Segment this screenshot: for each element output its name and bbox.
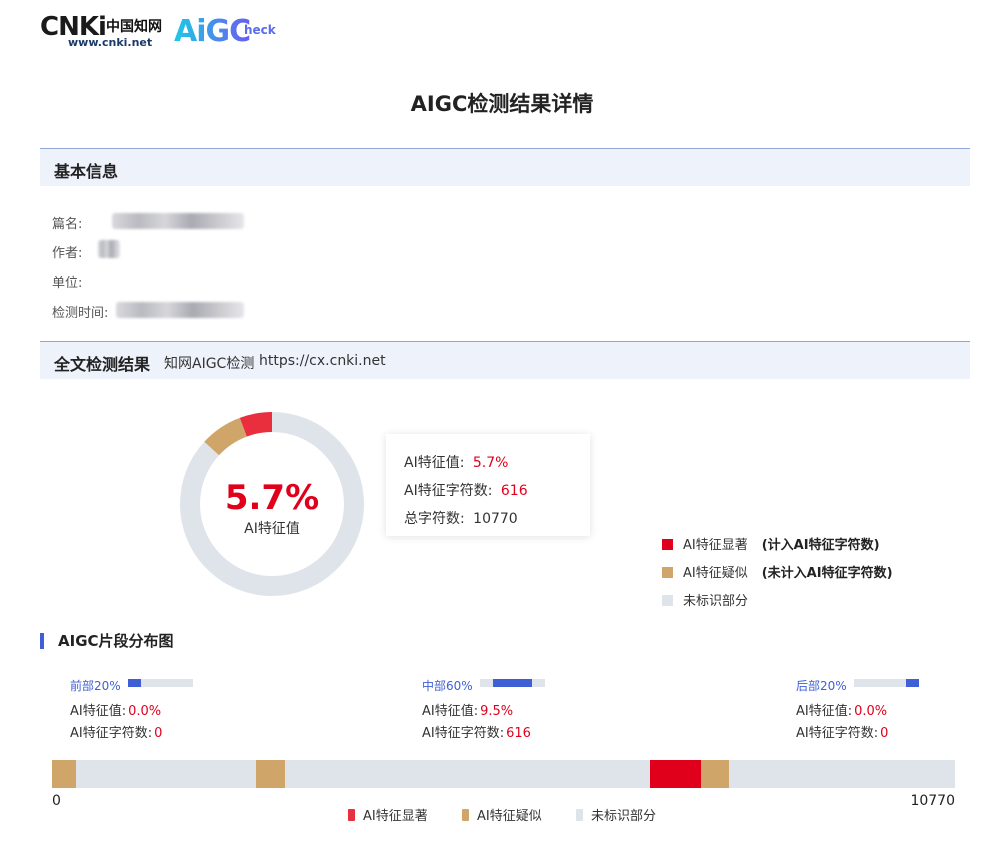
bottom-legend-unmarked: 未标识部分	[576, 805, 656, 824]
segment-suspect[interactable]	[52, 760, 77, 788]
part-middle-ai-value-number: 9.5%	[480, 704, 514, 719]
source-url[interactable]: https://cx.cnki.net	[259, 353, 386, 369]
redacted-title	[112, 213, 244, 229]
stat-ai-chars-label: AI特征字符数:	[404, 483, 493, 499]
part-middle-ai-chars-number: 616	[506, 726, 531, 741]
bottom-legend-significant: AI特征显著	[348, 805, 428, 824]
part-back-ai-value: AI特征值: 0.0%	[796, 700, 887, 719]
redacted-check-time	[116, 302, 244, 318]
legend-suspect-swatch	[662, 567, 673, 578]
cnki-logo-cn: 中国知网	[106, 19, 162, 35]
stat-total-chars-label: 总字符数:	[404, 511, 465, 527]
basic-info-header: 基本信息	[40, 148, 970, 186]
info-label-unit: 单位:	[52, 276, 83, 291]
legend-unmarked-label: 未标识部分	[683, 594, 749, 609]
aigc-logo-suffix: heck	[244, 23, 276, 37]
legend-suspect-note: (未计入AI特征字符数)	[761, 566, 893, 581]
part-back-bar-fill	[906, 679, 919, 687]
stat-total-chars-number: 10770	[473, 511, 518, 527]
info-label-author: 作者:	[52, 246, 83, 261]
part-front-ai-chars: AI特征字符数: 0	[70, 722, 162, 741]
source-label: 知网AIGC检测	[164, 356, 255, 372]
part-front-ai-chars-number: 0	[154, 726, 163, 741]
aigc-logo-text: AiGC	[174, 14, 251, 49]
info-label-title: 篇名:	[52, 217, 83, 232]
cnki-logo-url: www.cnki.net	[68, 36, 153, 49]
redacted-author	[98, 240, 120, 258]
part-back-ai-chars-label: AI特征字符数:	[796, 726, 879, 741]
page-title: AIGC检测结果详情	[410, 92, 594, 116]
axis-end-label: 10770	[910, 793, 955, 809]
info-row-author: 作者:	[52, 242, 82, 261]
segment-suspect[interactable]	[256, 760, 286, 788]
legend-significant-label: AI特征显著	[683, 538, 748, 553]
basic-info-title: 基本信息	[54, 162, 119, 181]
part-back-ai-chars: AI特征字符数: 0	[796, 722, 888, 741]
bottom-legend-significant-label: AI特征显著	[363, 809, 428, 824]
legend-suspect: AI特征疑似 (未计入AI特征字符数)	[662, 562, 893, 581]
part-front-name: 前部20%	[70, 679, 121, 693]
part-front-ai-value-number: 0.0%	[128, 704, 162, 719]
full-result-header: 全文检测结果 知网AIGC检测 https://cx.cnki.net	[40, 341, 970, 379]
legend-suspect-label: AI特征疑似	[683, 566, 748, 581]
info-row-check-time: 检测时间:	[52, 302, 108, 321]
stat-ai-value: AI特征值: 5.7%	[404, 452, 508, 472]
part-front-ai-value: AI特征值: 0.0%	[70, 700, 161, 719]
stat-total-chars: 总字符数: 10770	[404, 508, 518, 528]
part-back-name: 后部20%	[796, 679, 847, 693]
legend-significant-swatch	[662, 539, 673, 550]
part-front-ai-chars-label: AI特征字符数:	[70, 726, 153, 741]
bottom-legend-unmarked-swatch	[576, 808, 583, 821]
part-front-bar-fill	[128, 679, 141, 687]
donut-center-value: 5.7%	[224, 478, 320, 518]
segment-distribution-bar	[52, 760, 955, 788]
part-front-bar	[128, 679, 193, 687]
stat-ai-chars: AI特征字符数: 616	[404, 480, 528, 500]
segment-significant[interactable]	[649, 760, 702, 788]
part-middle-ai-value: AI特征值: 9.5%	[422, 700, 513, 719]
segment-suspect[interactable]	[701, 760, 730, 788]
bottom-legend-significant-swatch	[348, 808, 355, 821]
legend-unmarked-swatch	[662, 595, 673, 606]
full-result-title: 全文检测结果	[54, 355, 151, 374]
part-middle-ai-chars: AI特征字符数: 616	[422, 722, 531, 741]
part-back-ai-chars-number: 0	[880, 726, 889, 741]
legend-unmarked: 未标识部分	[662, 590, 748, 609]
legend-significant: AI特征显著 (计入AI特征字符数)	[662, 534, 880, 553]
part-middle-ai-value-label: AI特征值:	[422, 704, 479, 719]
bottom-legend-suspect-label: AI特征疑似	[477, 809, 542, 824]
part-middle-ai-chars-label: AI特征字符数:	[422, 726, 505, 741]
info-row-title: 篇名:	[52, 213, 82, 232]
stats-card: AI特征值: 5.7% AI特征字符数: 616 总字符数: 10770	[386, 434, 590, 536]
info-label-check-time: 检测时间:	[52, 306, 109, 321]
legend-significant-note: (计入AI特征字符数)	[761, 538, 880, 553]
part-back-ai-value-label: AI特征值:	[796, 704, 853, 719]
part-back-bar	[854, 679, 919, 687]
part-back-ai-value-number: 0.0%	[854, 704, 888, 719]
donut-center-label: AI特征值	[244, 521, 300, 537]
axis-start-label: 0	[52, 793, 61, 809]
bottom-legend-suspect: AI特征疑似	[462, 805, 542, 824]
part-front-ai-value-label: AI特征值:	[70, 704, 127, 719]
part-middle-name: 中部60%	[422, 679, 473, 693]
distribution-title: AIGC片段分布图	[40, 633, 174, 649]
bottom-legend-unmarked-label: 未标识部分	[591, 809, 657, 824]
aigc-check-logo: AiGC heck	[174, 14, 284, 49]
cnki-logo: CNKi 中国知网 www.cnki.net	[38, 12, 168, 52]
part-middle-bar-fill	[493, 679, 532, 687]
stat-ai-chars-number: 616	[500, 483, 528, 499]
info-row-unit: 单位:	[52, 272, 82, 291]
part-middle-bar	[480, 679, 545, 687]
stat-ai-value-number: 5.7%	[472, 455, 509, 471]
stat-ai-value-label: AI特征值:	[404, 455, 465, 471]
bottom-legend-suspect-swatch	[462, 808, 469, 821]
